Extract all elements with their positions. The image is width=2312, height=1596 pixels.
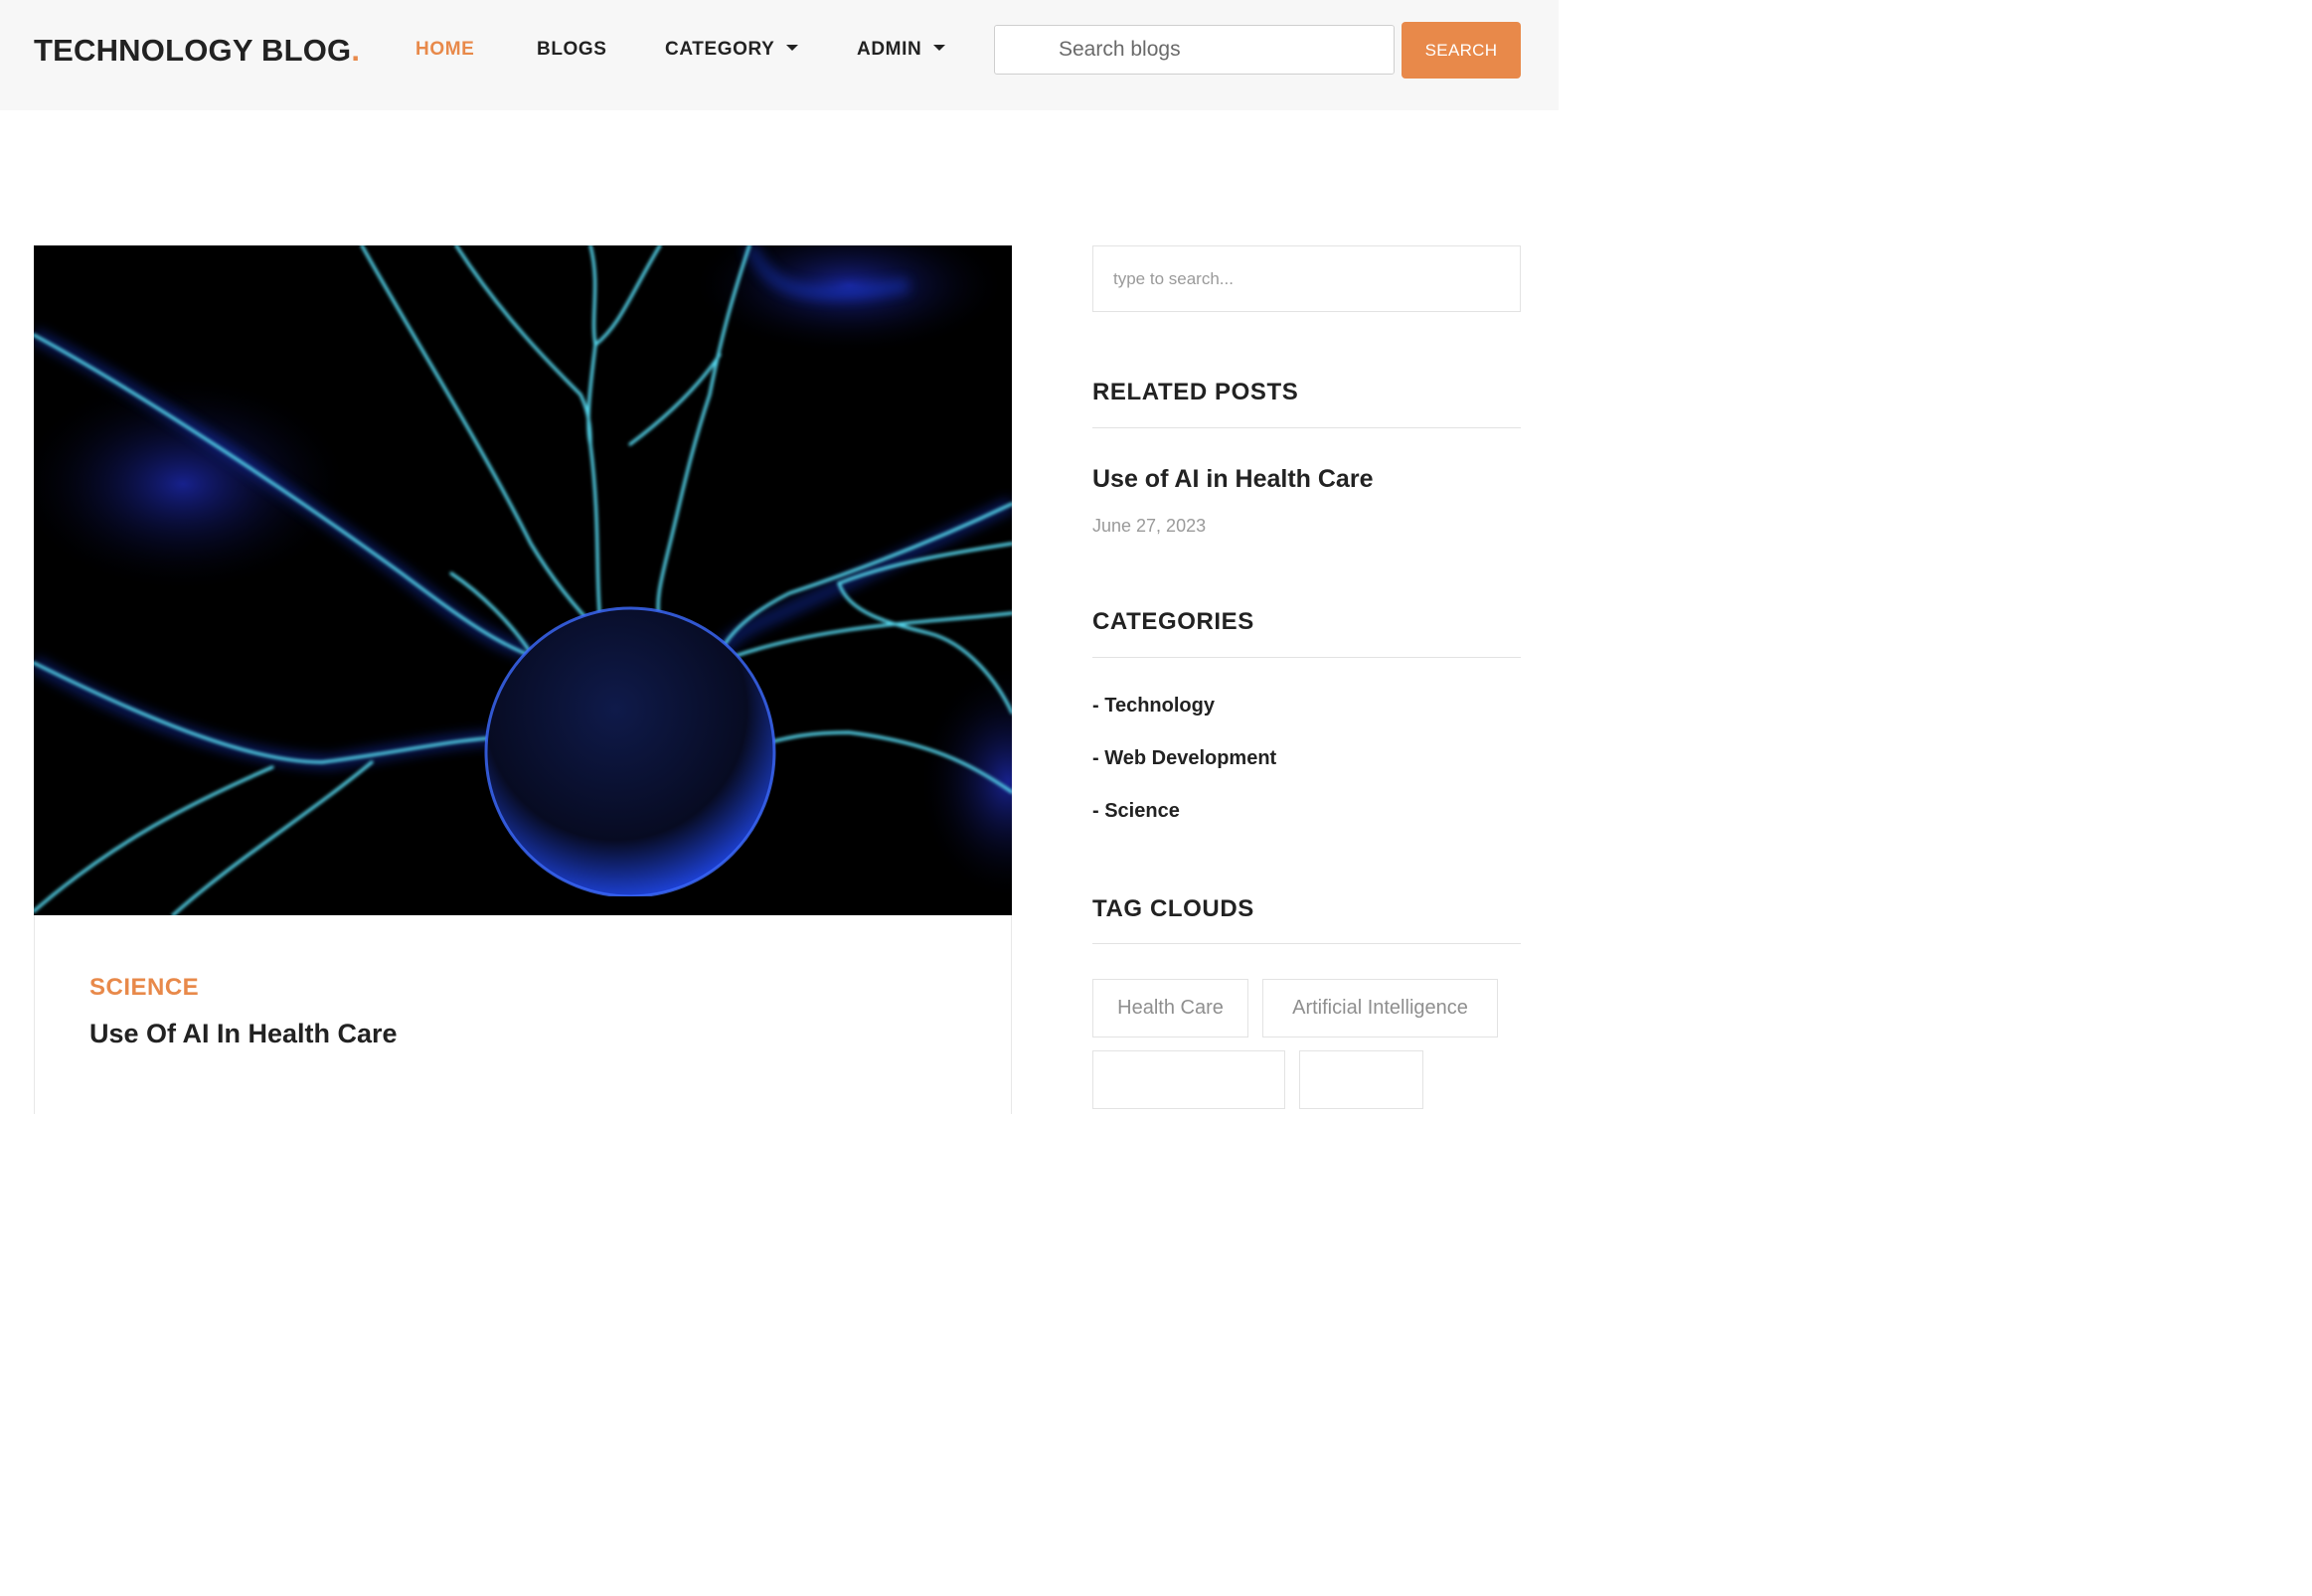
tag-partial[interactable] <box>1092 1050 1285 1109</box>
nav-blogs[interactable]: BLOGS <box>537 38 607 62</box>
related-posts-heading: RELATED POSTS <box>1092 379 1299 405</box>
category-link-science[interactable]: - Science <box>1092 800 1180 823</box>
related-post-date: June 27, 2023 <box>1092 516 1207 536</box>
post-featured-image[interactable] <box>34 245 1012 915</box>
nav-home[interactable]: HOME <box>415 38 474 62</box>
brand-dot: . <box>351 33 361 68</box>
nav-admin-dropdown[interactable]: ADMIN <box>857 38 946 62</box>
tag-partial[interactable] <box>1299 1050 1423 1109</box>
caret-down-icon <box>786 45 799 51</box>
search-button[interactable]: SEARCH <box>1402 22 1521 79</box>
plasma-ball-image <box>34 245 1012 915</box>
post-title[interactable]: Use Of AI In Health Care <box>89 1019 398 1049</box>
nav-admin-label: ADMIN <box>857 39 922 60</box>
nav-category-label: CATEGORY <box>665 39 775 60</box>
divider <box>1092 427 1521 428</box>
post-category-label[interactable]: SCIENCE <box>89 974 199 1002</box>
sidebar-search-input[interactable] <box>1092 245 1521 312</box>
divider <box>1092 943 1521 944</box>
blog-search-input[interactable] <box>994 25 1395 75</box>
categories-heading: CATEGORIES <box>1092 608 1254 635</box>
post-card: SCIENCE Use Of AI In Health Care <box>34 915 1012 1114</box>
category-link-technology[interactable]: - Technology <box>1092 695 1215 718</box>
related-post-link[interactable]: Use of AI in Health Care <box>1092 465 1373 494</box>
nav-category-dropdown[interactable]: CATEGORY <box>665 38 799 62</box>
tag-health-care[interactable]: Health Care <box>1092 979 1248 1037</box>
tag-clouds-heading: TAG CLOUDS <box>1092 895 1254 922</box>
tag-artificial-intelligence[interactable]: Artificial Intelligence <box>1262 979 1498 1037</box>
category-link-web-development[interactable]: - Web Development <box>1092 747 1276 770</box>
brand-name: TECHNOLOGY BLOG <box>34 33 352 68</box>
site-header: TECHNOLOGY BLOG. HOME BLOGS CATEGORY ADM… <box>0 0 1559 110</box>
divider <box>1092 657 1521 658</box>
site-logo[interactable]: TECHNOLOGY BLOG. <box>34 29 360 73</box>
caret-down-icon <box>933 45 946 51</box>
